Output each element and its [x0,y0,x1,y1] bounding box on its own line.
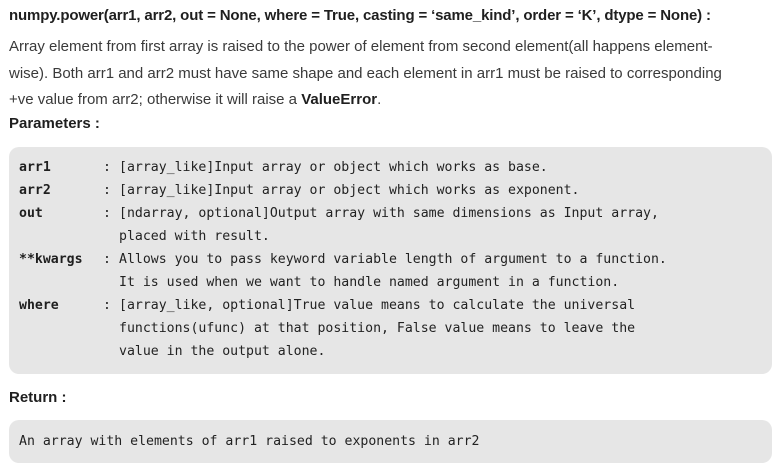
description-line-3-end: . [377,91,382,108]
return-description: An array with elements of arr1 raised to… [19,434,480,449]
param-name: arr2 [19,183,51,198]
return-heading: Return : [9,389,67,406]
param-description: Allows you to pass keyword variable leng… [119,252,667,267]
parameters-code-block: arr1 : [array_like]Input array or object… [9,147,772,374]
param-description: value in the output alone. [119,344,326,359]
function-description: Array element from first array is raised… [9,34,777,114]
description-line-1: Array element from first array is raised… [9,38,713,55]
description-line-2: wise). Both arr1 and arr2 must have same… [9,64,722,82]
documentation-page: numpy.power(arr1, arr2, out = None, wher… [0,0,783,473]
param-name: where [19,298,59,313]
description-line-3-text: +ve value from arr2; otherwise it will r… [9,91,302,108]
parameters-heading: Parameters : [9,115,100,132]
param-description: [array_like, optional]True value means t… [119,298,636,313]
param-colon: : [103,252,111,267]
return-code-block: An array with elements of arr1 raised to… [9,420,772,463]
param-description: functions(ufunc) at that position, False… [119,321,636,336]
param-description: [ndarray, optional]Output array with sam… [119,206,659,221]
param-description: [array_like]Input array or object which … [119,183,580,198]
param-name: **kwargs [19,252,83,267]
function-signature: numpy.power(arr1, arr2, out = None, wher… [9,7,711,24]
param-description: [array_like]Input array or object which … [119,160,548,175]
param-colon: : [103,298,111,313]
param-name: arr1 [19,160,51,175]
param-colon: : [103,206,111,221]
description-line-3: +ve value from arr2; otherwise it will r… [9,87,777,114]
param-description: It is used when we want to handle named … [119,275,620,290]
value-error-term: ValueError [301,91,378,108]
param-colon: : [103,160,111,175]
param-description: placed with result. [119,229,270,244]
param-colon: : [103,183,111,198]
param-name: out [19,206,43,221]
